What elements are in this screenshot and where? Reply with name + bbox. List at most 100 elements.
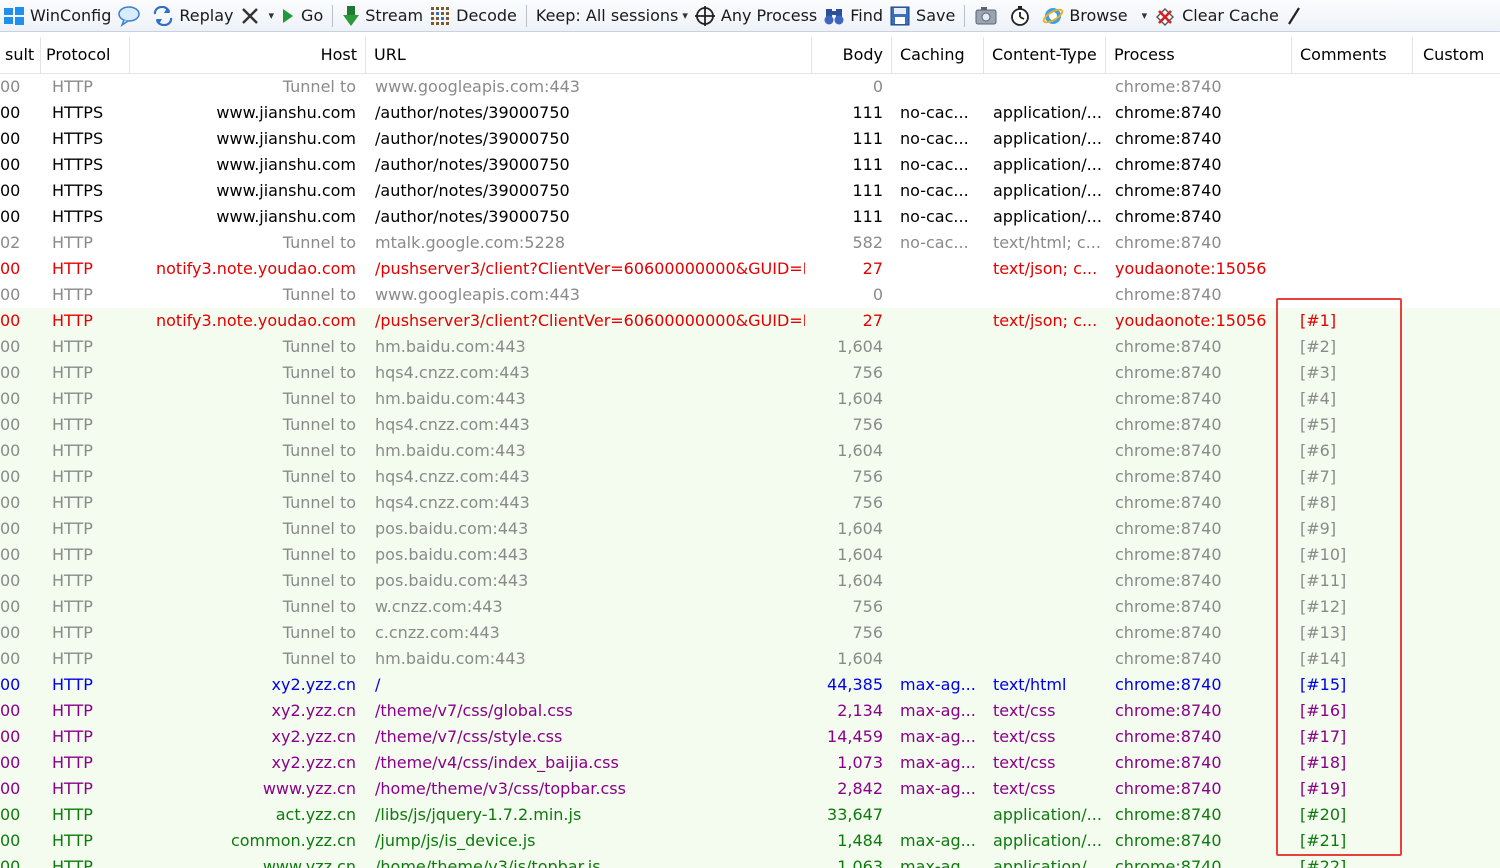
session-body-cell: 756 [852,623,883,642]
session-row[interactable]: 00 HTTP Tunnel to hqs4.cnzz.com:443 756 chrom… [0,360,1500,386]
session-row[interactable]: 02 HTTP Tunnel to mtalk.google.com:5228 582 n… [0,230,1500,256]
column-body[interactable]: Body [812,37,892,73]
session-process-cell: chrome:8740 [1115,285,1222,304]
session-row[interactable]: 00 HTTPS www.jianshu.com/author/notes/3900… [0,152,1500,178]
session-caching-cell [900,386,982,412]
chevron-down-icon[interactable]: ▾ [269,9,275,22]
session-row[interactable]: 00 HTTP Tunnel to hm.baidu.com:443 1,604 chro… [0,438,1500,464]
session-content-type-cell [993,490,1105,516]
column-custom[interactable]: Custom [1413,37,1500,73]
session-row[interactable]: 00 HTTP Tunnel to www.googleapis.com:443 0 ch… [0,282,1500,308]
remove-sessions-button[interactable]: ▾ [237,0,278,31]
session-row[interactable]: 00 HTTP Tunnel to www.googleapis.com:443 0 ch… [0,74,1500,100]
column-process[interactable]: Process [1106,37,1292,73]
session-process-cell: chrome:8740 [1115,805,1222,824]
session-content-type-cell: text/css [993,727,1056,746]
session-row[interactable]: 00 HTTP common.yzz.cn/jump/js/is_device.js… [0,828,1500,854]
comment-button[interactable] [114,0,149,31]
session-row[interactable]: 00 HTTP xy2.yzz.cn/44,385 max-ag... text/htm… [0,672,1500,698]
session-url-cell: /pushserver3/client?ClientVer=6060000000… [375,311,805,330]
session-result-cell: 00 [0,415,21,434]
session-process-cell: chrome:8740 [1115,545,1222,564]
column-result[interactable]: sult [0,37,41,73]
session-body-cell: 756 [852,363,883,382]
session-host-cell: act.yzz.cn [275,805,356,824]
session-result-cell: 02 [0,233,21,252]
timer-button[interactable] [1006,0,1039,31]
session-url-cell: /author/notes/39000750 [375,129,570,148]
column-comments[interactable]: Comments [1292,37,1413,73]
session-content-type-cell: application/... [993,857,1102,868]
decode-button[interactable]: Decode [426,0,520,31]
session-row[interactable]: 00 HTTP www.yzz.cn/home/theme/v3/css/topba… [0,776,1500,802]
session-row[interactable]: 00 HTTPS www.jianshu.com/author/notes/3900… [0,126,1500,152]
session-body-cell: 1,073 [837,753,883,772]
session-url-cell: /theme/v4/css/index_baijia.css [375,753,619,772]
session-url-cell: /home/theme/v3/css/topbar.css [375,779,626,798]
winconfig-button[interactable]: WinConfig [0,0,114,31]
text-wizard-button[interactable] [1282,0,1311,31]
session-caching-cell [900,412,982,438]
session-result-cell: 00 [0,337,21,356]
session-host-cell: Tunnel to [282,233,356,252]
session-row[interactable]: 00 HTTP act.yzz.cn/libs/js/jquery-1.7.2.mi… [0,802,1500,828]
session-list: 00 HTTP Tunnel to www.googleapis.com:443 0 ch… [0,74,1500,868]
stream-button[interactable]: Stream [339,0,426,31]
keep-sessions-dropdown[interactable]: Keep: All sessions ▾ [533,0,691,31]
session-row[interactable]: 00 HTTP Tunnel to hm.baidu.com:443 1,604 chro… [0,386,1500,412]
decode-label: Decode [456,6,517,25]
column-host[interactable]: Host [130,37,366,73]
session-result-cell: 00 [0,103,21,122]
session-row[interactable]: 00 HTTP Tunnel to hm.baidu.com:443 1,604 chro… [0,646,1500,672]
session-row[interactable]: 00 HTTP Tunnel to w.cnzz.com:443 756 chrome:8… [0,594,1500,620]
session-row[interactable]: 00 HTTP Tunnel to hqs4.cnzz.com:443 756 chrom… [0,464,1500,490]
session-process-cell: youdaonote:15056 [1115,311,1267,330]
session-row[interactable]: 00 HTTP xy2.yzz.cn/theme/v7/css/style.css 1… [0,724,1500,750]
session-url-cell: mtalk.google.com:5228 [375,233,566,252]
session-body-cell: 44,385 [827,675,883,694]
session-row[interactable]: 00 HTTP notify3.note.youdao.com/pushserver… [0,308,1500,334]
session-url-cell: hm.baidu.com:443 [375,441,526,460]
session-url-cell: hm.baidu.com:443 [375,389,526,408]
session-row[interactable]: 00 HTTPS www.jianshu.com/author/notes/3900… [0,178,1500,204]
column-caching[interactable]: Caching [892,37,984,73]
screenshot-button[interactable] [971,0,1006,31]
session-content-type-cell: application/... [993,155,1102,174]
any-process-button[interactable]: Any Process [691,0,820,31]
replay-button[interactable]: Replay [149,0,236,31]
column-url[interactable]: URL [366,37,812,73]
column-content-type[interactable]: Content-Type [984,37,1106,73]
session-row[interactable]: 00 HTTP www.yzz.cn/home/theme/v3/js/topbar… [0,854,1500,868]
session-row[interactable]: 00 HTTP Tunnel to hm.baidu.com:443 1,604 chro… [0,334,1500,360]
column-protocol[interactable]: Protocol [41,37,130,73]
session-row[interactable]: 00 HTTP Tunnel to pos.baidu.com:443 1,604 chr… [0,568,1500,594]
session-content-type-cell [993,646,1105,672]
session-row[interactable]: 00 HTTP Tunnel to pos.baidu.com:443 1,604 chr… [0,516,1500,542]
browse-button[interactable]: Browse ▾ [1039,0,1150,31]
clear-cache-button[interactable]: Clear Cache [1150,0,1282,31]
chevron-down-icon[interactable]: ▾ [1142,9,1148,22]
session-row[interactable]: 00 HTTPS www.jianshu.com/author/notes/3900… [0,100,1500,126]
session-row[interactable]: 00 HTTP xy2.yzz.cn/theme/v7/css/global.css… [0,698,1500,724]
session-row[interactable]: 00 HTTP Tunnel to pos.baidu.com:443 1,604 chr… [0,542,1500,568]
session-row[interactable]: 00 HTTP notify3.note.youdao.com/pushserver… [0,256,1500,282]
find-button[interactable]: Find [820,0,886,31]
any-process-label: Any Process [720,6,818,25]
session-row[interactable]: 00 HTTP Tunnel to hqs4.cnzz.com:443 756 chrom… [0,412,1500,438]
session-caching-cell: no-cac... [900,155,969,174]
session-row[interactable]: 00 HTTP Tunnel to hqs4.cnzz.com:443 756 chrom… [0,490,1500,516]
session-row[interactable]: 00 HTTP Tunnel to c.cnzz.com:443 756 chrome:8… [0,620,1500,646]
session-host-cell: common.yzz.cn [230,831,356,850]
save-button[interactable]: Save [886,0,958,31]
session-result-cell: 00 [0,389,21,408]
session-body-cell: 2,842 [837,779,883,798]
session-url-cell: /author/notes/39000750 [375,155,570,174]
go-button[interactable]: Go [277,0,326,31]
session-host-cell: www.yzz.cn [262,857,356,868]
save-disk-icon [890,6,910,25]
session-row[interactable]: 00 HTTP xy2.yzz.cn/theme/v4/css/index_baij… [0,750,1500,776]
session-row[interactable]: 00 HTTPS www.jianshu.com/author/notes/3900… [0,204,1500,230]
session-comments-cell [1300,256,1400,282]
session-body-cell: 111 [852,129,883,148]
session-caching-cell [900,620,982,646]
